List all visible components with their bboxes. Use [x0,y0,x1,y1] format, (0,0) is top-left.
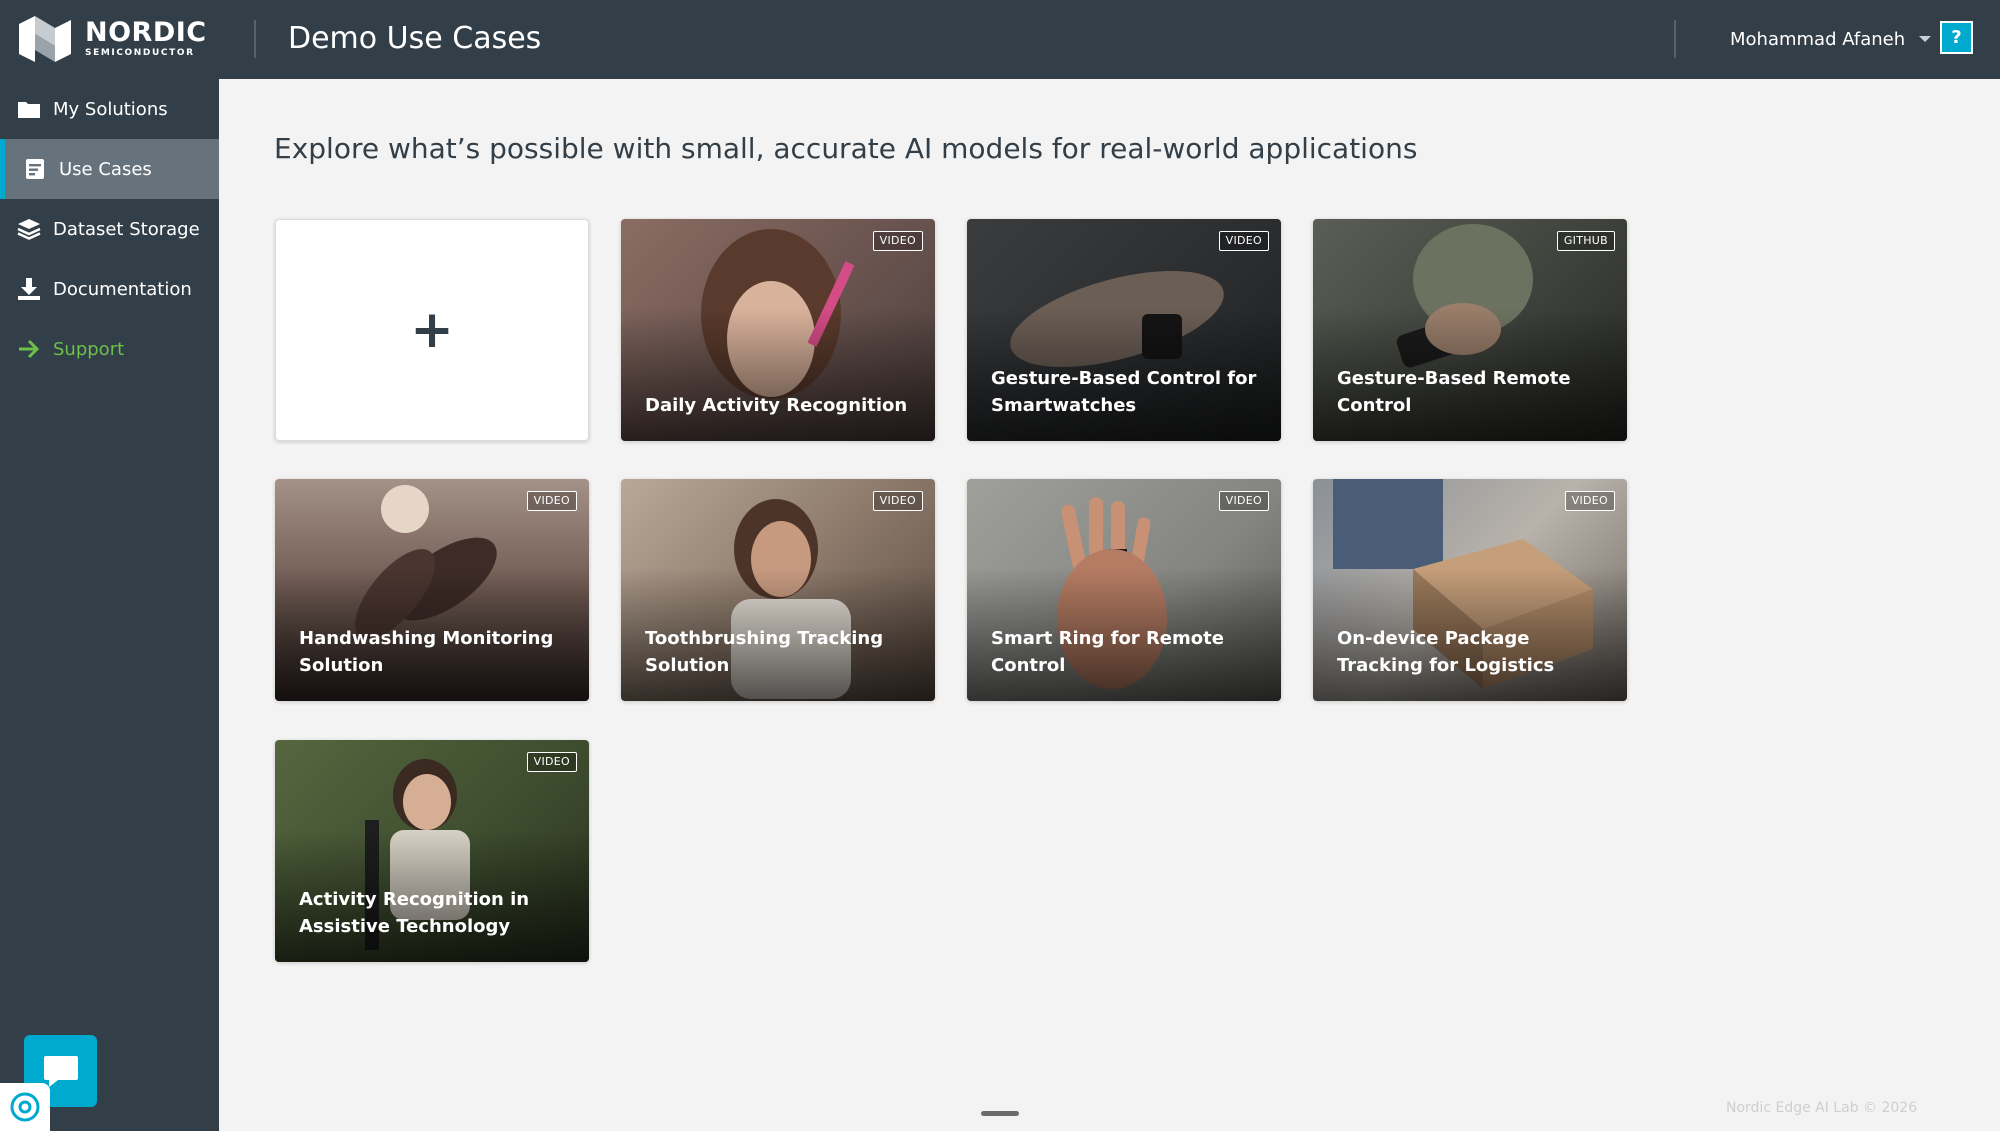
user-menu[interactable]: Mohammad Afaneh [1730,24,1932,54]
nordic-logo-mark-icon [19,16,71,62]
folder-icon [16,97,42,121]
card-title: Smart Ring for Remote Control [991,628,1224,676]
nordic-logo[interactable]: NORDIC SEMICONDUCTOR [17,14,207,64]
sidebar-item-label: Dataset Storage [53,218,200,240]
sidebar: My Solutions Use Cases Dataset Storage D… [0,79,219,1131]
use-case-card-handwashing[interactable]: VIDEO Handwashing Monitoring Solution [275,479,589,701]
document-list-icon [22,157,48,181]
page-title: Demo Use Cases [288,21,542,56]
video-badge: VIDEO [1564,491,1615,511]
card-title: On-device Package Tracking for Logistics [1337,628,1555,676]
assistant-badge[interactable] [0,1083,50,1131]
video-badge: VIDEO [526,491,577,511]
sidebar-item-support[interactable]: Support [0,319,219,379]
sidebar-item-label: My Solutions [53,98,168,120]
arrow-right-icon [16,337,42,361]
use-case-card-assistive-tech[interactable]: VIDEO Activity Recognition in Assistive … [275,740,589,962]
header-divider-right [1674,20,1676,58]
card-gradient [621,307,935,441]
chat-bubble-icon [43,1056,78,1087]
card-title: Toothbrushing Tracking Solution [645,628,884,676]
layers-icon [16,217,42,241]
sidebar-item-dataset-storage[interactable]: Dataset Storage [0,199,219,259]
logo-subtitle: SEMICONDUCTOR [85,48,195,58]
card-title: Activity Recognition in Assistive Techno… [299,889,530,937]
help-button[interactable]: ? [1940,21,1973,54]
use-case-card-gesture-remote[interactable]: GITHUB Gesture-Based Remote Control [1313,219,1627,441]
logo-word: NORDIC [85,17,207,48]
use-case-card-gesture-smartwatch[interactable]: VIDEO Gesture-Based Control for Smartwat… [967,219,1281,441]
header-divider [254,20,256,58]
sidebar-item-label: Support [53,338,125,360]
use-case-card-smart-ring[interactable]: VIDEO Smart Ring for Remote Control [967,479,1281,701]
plus-icon: + [410,300,454,360]
download-icon [16,277,42,301]
add-use-case-card[interactable]: + [275,219,589,441]
video-badge: VIDEO [872,491,923,511]
footer-copyright: Nordic Edge AI Lab © 2026 [1726,1100,1918,1116]
card-title: Handwashing Monitoring Solution [299,628,554,676]
chevron-down-icon [1919,36,1932,42]
github-badge: GITHUB [1556,231,1615,251]
gear-circle-icon [10,1092,40,1122]
card-title: Gesture-Based Control for Smartwatches [991,368,1257,416]
sidebar-item-label: Documentation [53,278,192,300]
video-badge: VIDEO [526,752,577,772]
sidebar-item-use-cases[interactable]: Use Cases [0,139,219,199]
use-case-card-daily-activity[interactable]: VIDEO Daily Activity Recognition [621,219,935,441]
scroll-handle[interactable] [981,1111,1019,1116]
page-headline: Explore what’s possible with small, accu… [274,132,1418,165]
video-badge: VIDEO [1218,231,1269,251]
logo-text: NORDIC SEMICONDUCTOR [85,19,207,59]
card-title: Gesture-Based Remote Control [1337,368,1571,416]
sidebar-item-label: Use Cases [59,158,152,180]
use-case-card-package-tracking[interactable]: VIDEO On-device Package Tracking for Log… [1313,479,1627,701]
video-badge: VIDEO [1218,491,1269,511]
card-title: Daily Activity Recognition [645,395,908,416]
video-badge: VIDEO [872,231,923,251]
sidebar-item-my-solutions[interactable]: My Solutions [0,79,219,139]
user-name: Mohammad Afaneh [1730,28,1906,50]
top-bar: NORDIC SEMICONDUCTOR Demo Use Cases Moha… [0,0,2000,79]
sidebar-item-documentation[interactable]: Documentation [0,259,219,319]
use-case-card-toothbrushing[interactable]: VIDEO Toothbrushing Tracking Solution [621,479,935,701]
